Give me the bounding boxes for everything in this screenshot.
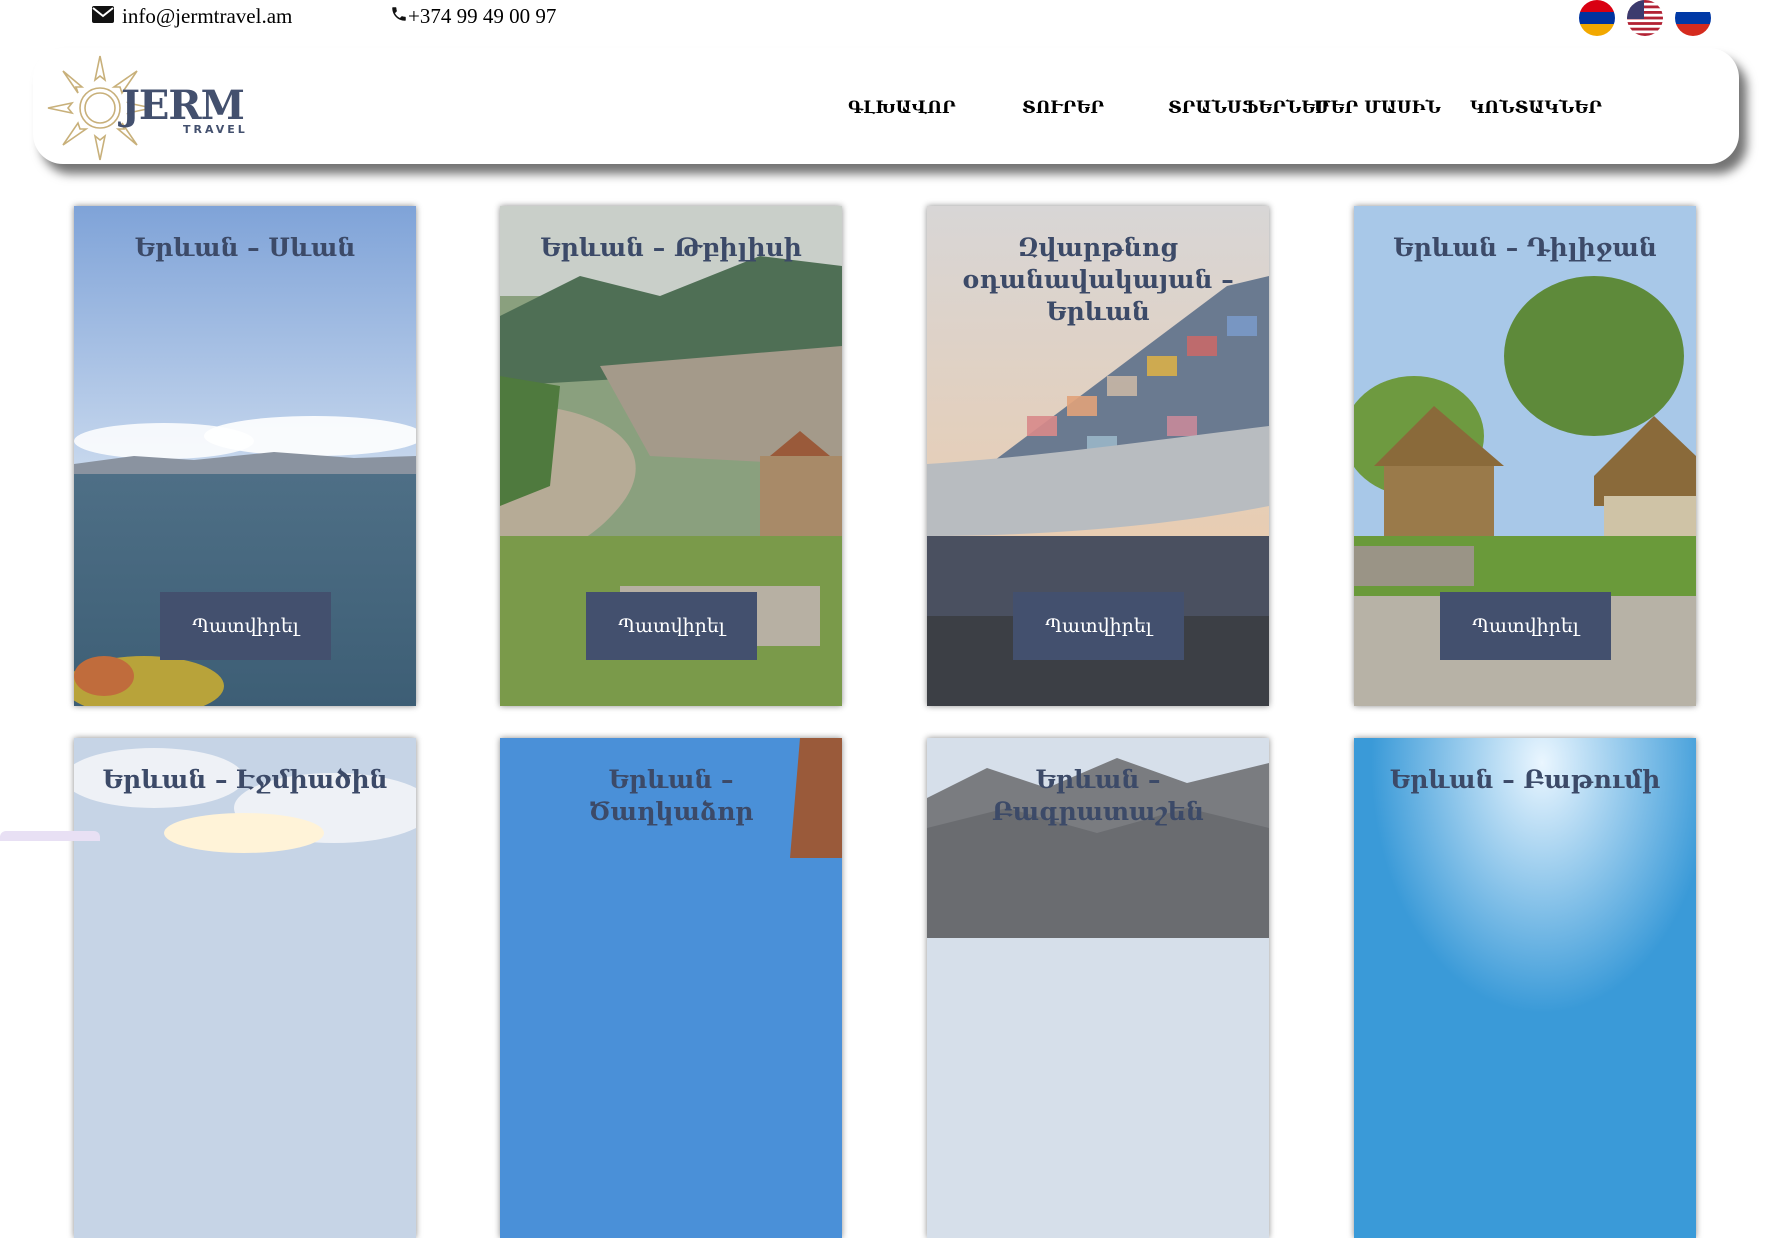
phone-text[interactable]: +374 99 49 00 97	[408, 4, 556, 29]
phone-icon	[390, 4, 408, 29]
flag-usa-icon[interactable]	[1627, 0, 1663, 36]
order-button[interactable]: Պատվիրել	[160, 592, 331, 660]
nav-contacts[interactable]: ԿՈՆՏԱԿՆԵՐ	[1470, 98, 1602, 118]
card-title: Զվարթնոց օդանավակայան – Երևան	[962, 233, 1234, 326]
tour-card[interactable]: Երևան – Էջմիածին	[74, 738, 416, 1238]
etchmiadzin-image	[74, 738, 416, 1238]
flag-armenia-icon[interactable]	[1579, 0, 1615, 36]
top-bar: info@jermtravel.am +374 99 49 00 97	[0, 0, 1768, 42]
tour-card[interactable]: Երևան – Դիլիջան Պատվիրել	[1354, 206, 1696, 706]
tour-card[interactable]: Զվարթնոց օդանավակայան – Երևան Պատվիրել	[927, 206, 1269, 706]
card-title: Երևան – Սևան	[134, 233, 356, 262]
card-title: Երևան – Թբիլիսի	[540, 233, 802, 262]
phone-contact[interactable]: +374 99 49 00 97	[390, 4, 556, 29]
tour-card[interactable]: Երևան – Սևան Պատվիրել	[74, 206, 416, 706]
card-title: Երևան – Դիլիջան	[1393, 233, 1657, 262]
envelope-icon	[92, 4, 114, 29]
tour-card[interactable]: Երևան – Թբիլիսի Պատվիրել	[500, 206, 842, 706]
logo-word: JERM	[121, 82, 245, 129]
email-contact[interactable]: info@jermtravel.am	[92, 4, 292, 29]
main-header: JERM TRAVEL ԳԼԽԱՎՈՐ ՏՈՒՐԵՐ ՏՐԱՆՍՖԵՐՆԵՐ Մ…	[33, 48, 1739, 164]
logo-subtitle: TRAVEL	[183, 123, 248, 136]
card-title: Երևան – Բագրատաշեն	[992, 765, 1204, 826]
nav-transfers[interactable]: ՏՐԱՆՍՖԵՐՆԵՐ	[1168, 98, 1329, 118]
order-button[interactable]: Պատվիրել	[1440, 592, 1611, 660]
nav-tours[interactable]: ՏՈՒՐԵՐ	[1022, 98, 1104, 118]
tour-card[interactable]: Երևան – Ծաղկաձոր	[500, 738, 842, 1238]
order-button[interactable]: Պատվիրել	[1013, 592, 1184, 660]
order-button[interactable]: Պատվիրել	[586, 592, 757, 660]
card-title: Երևան – Բաթումի	[1389, 765, 1661, 794]
nav-home[interactable]: ԳԼԽԱՎՈՐ	[848, 98, 956, 118]
flag-russia-icon[interactable]	[1675, 0, 1711, 36]
tour-card[interactable]: Երևան – Բագրատաշեն	[927, 738, 1269, 1238]
card-title: Երևան – Էջմիածին	[102, 765, 388, 794]
tour-card[interactable]: Երևան – Բաթումի	[1354, 738, 1696, 1238]
batumi-image	[1354, 738, 1696, 1238]
card-title: Երևան – Ծաղկաձոր	[588, 765, 754, 826]
chat-widget-tab[interactable]	[0, 831, 100, 841]
site-logo[interactable]: JERM TRAVEL	[45, 52, 245, 164]
email-text[interactable]: info@jermtravel.am	[122, 4, 292, 29]
nav-about[interactable]: ՄԵՐ ՄԱՍԻՆ	[1314, 98, 1441, 118]
language-switcher	[1579, 0, 1711, 36]
